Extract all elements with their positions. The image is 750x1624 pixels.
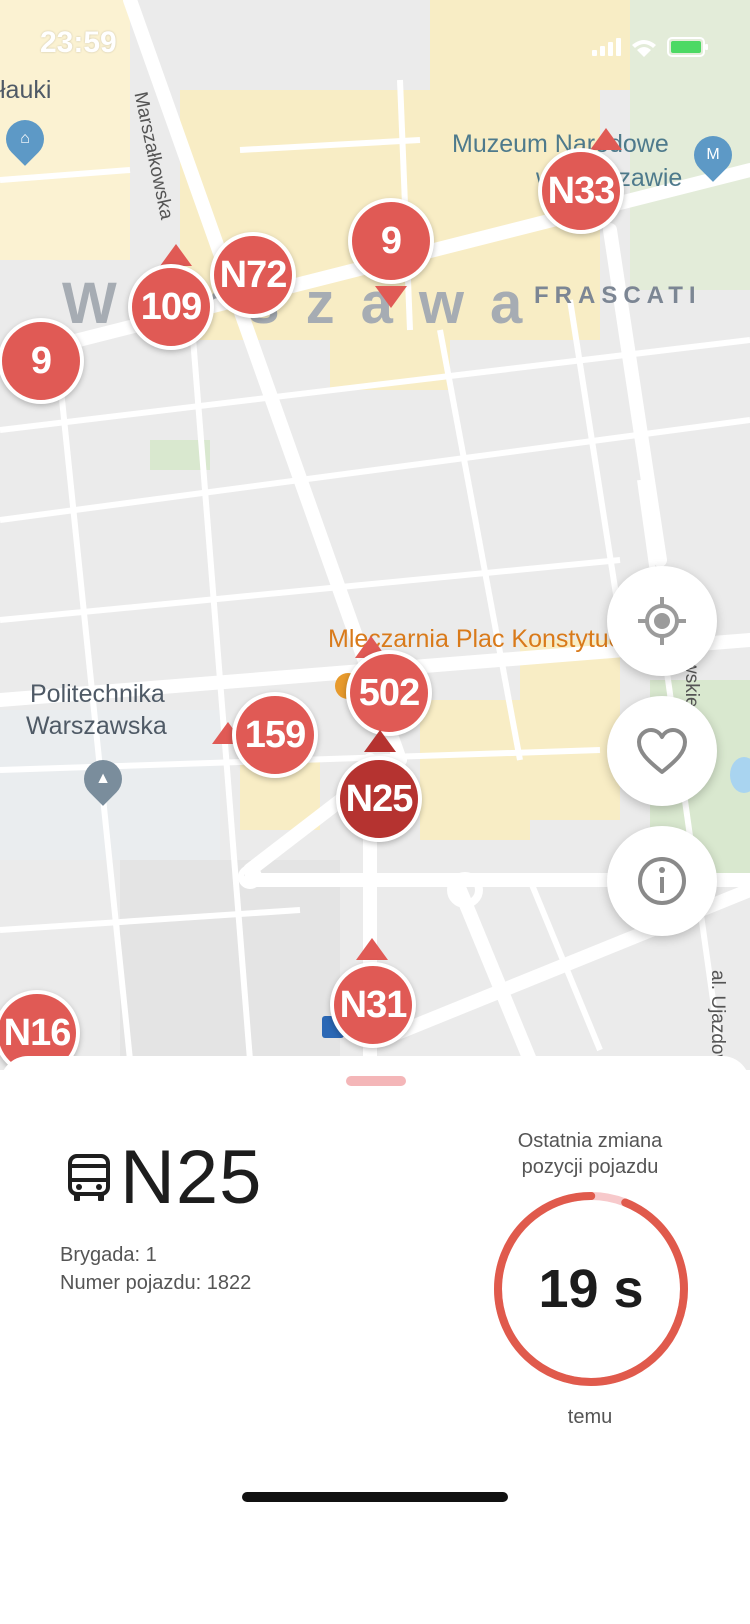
heart-icon <box>637 728 687 774</box>
home-indicator[interactable] <box>242 1492 508 1502</box>
marker-direction <box>375 286 407 308</box>
last-change-caption-line1: Ostatnia zmiana <box>517 1130 663 1152</box>
vehicle-marker-n33[interactable]: N33 <box>538 148 624 234</box>
bus-icon <box>68 1154 110 1201</box>
map-label-frascati: FRASCATI <box>534 282 702 309</box>
info-button[interactable] <box>607 826 717 936</box>
map-label-politechnika-2: Warszawska <box>26 712 167 740</box>
marker-direction <box>160 244 192 266</box>
route-number: N25 <box>120 1135 263 1220</box>
vehicle-marker-n25[interactable]: N25 <box>336 756 422 842</box>
vehicle-marker-159[interactable]: 159 <box>232 692 318 778</box>
map-view[interactable]: łauki ⌂ Muzeum Narodowe w Warszawie M Wa… <box>0 0 750 1070</box>
vehicle-marker-109[interactable]: 109 <box>128 264 214 350</box>
vehicle-number-info: Numer pojazdu: 1822 <box>60 1272 252 1294</box>
marker-direction <box>356 938 388 960</box>
last-change-suffix: temu <box>567 1406 613 1428</box>
last-change-caption: Ostatnia zmiana pozycji pojazdu <box>480 1128 700 1180</box>
last-change-value: 19 s <box>538 1259 644 1319</box>
status-icons <box>592 37 708 57</box>
brigade-info: Brygada: 1 <box>60 1244 157 1266</box>
vehicle-marker-n31[interactable]: N31 <box>330 962 416 1048</box>
vehicle-marker-n72[interactable]: N72 <box>210 232 296 318</box>
map-label-ujazdowskie: al. Ujazdowskie <box>707 970 728 1070</box>
vehicle-marker-9b[interactable]: 9 <box>0 318 84 404</box>
sheet-grabber[interactable] <box>346 1076 406 1086</box>
favorite-button[interactable] <box>607 696 717 806</box>
status-time: 23:59 <box>40 26 117 59</box>
last-change-caption-line2: pozycji pojazdu <box>521 1156 659 1178</box>
poi-museum-icon[interactable]: M <box>686 128 740 182</box>
vehicle-marker-9[interactable]: 9 <box>348 198 434 284</box>
status-bar: 23:59 <box>0 0 750 90</box>
map-label-politechnika: Politechnika <box>30 680 165 708</box>
poi-university-icon[interactable]: ▲ <box>76 752 130 806</box>
vehicle-marker-502[interactable]: 502 <box>346 650 432 736</box>
locate-icon <box>638 597 686 645</box>
vehicle-details-sheet[interactable]: N25 Brygada: 1 Numer pojazdu: 1822 Ostat… <box>0 1056 750 1624</box>
marker-direction <box>364 730 396 752</box>
locate-button[interactable] <box>607 566 717 676</box>
info-icon <box>638 857 686 905</box>
marker-direction <box>590 128 622 150</box>
